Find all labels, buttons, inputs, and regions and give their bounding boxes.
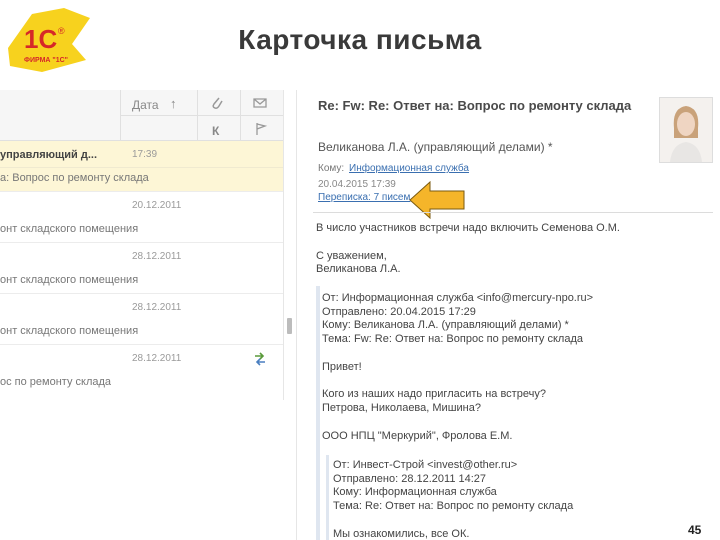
quote-line: Кому: Информационная служба [333,486,497,498]
list-item[interactable]: 28.12.2011 онт складского помещения [0,243,283,294]
quote-line: Отправлено: 20.04.2015 17:29 [322,306,476,318]
body-line: В число участников встречи надо включить… [316,222,620,234]
column-k[interactable]: К [212,124,219,138]
splitter-handle[interactable] [287,318,292,334]
sent-date: 20.04.2015 17:39 [318,179,396,190]
body-line: Великанова Л.А. [316,263,401,275]
page-number: 45 [688,523,702,537]
slide-title: Карточка письма [238,24,482,55]
column-date[interactable]: Дата [132,98,159,112]
list-item[interactable]: 28.12.2011 онт складского помещения [0,294,283,345]
list-item[interactable]: 20.12.2011 онт складского помещения [0,192,283,243]
quote-line: Петрова, Николаева, Мишина? [322,402,481,414]
paperclip-icon[interactable] [210,95,224,116]
thread-link[interactable]: Переписка: 7 писем [318,192,410,203]
to-label: Кому: [318,163,345,174]
quote-line: Отправлено: 28.12.2011 14:27 [333,473,487,485]
quote-line: От: Инвест-Строй <invest@other.ru> [333,459,518,471]
quote-line: Кому: Великанова Л.А. (управляющий делам… [322,319,569,331]
logo-caption: ФИРМА "1С" [24,57,68,64]
sender-photo [659,97,713,163]
quote-line: От: Информационная служба <info@mercury-… [322,292,594,304]
quote-line: Кого из наших надо пригласить на встречу… [322,388,546,400]
body-line: С уважением, [316,250,387,262]
list-item[interactable]: 28.12.2011 ос по ремонту склада [0,345,283,395]
quote-line: Тема: Fw: Re: Ответ на: Вопрос по ремонт… [322,333,583,345]
read-status-icon[interactable] [252,95,268,116]
quote-line: Привет! [322,361,362,373]
pointer-arrow-icon [408,180,466,220]
quote-bar [316,286,320,540]
sender-name[interactable]: Великанова Л.А. (управляющий делами) * [318,140,553,154]
quote-line: Тема: Re: Ответ на: Вопрос по ремонту ск… [333,500,574,512]
recipient-link[interactable]: Информационная служба [349,163,469,174]
header-divider [313,212,713,213]
list-item[interactable]: управляющий д... 17:39 а: Вопрос по ремо… [0,141,283,192]
quote-line: ООО НПЦ "Меркурий", Фролова Е.М. [322,430,513,442]
flag-icon[interactable] [254,122,268,141]
message-subject: Re: Fw: Re: Ответ на: Вопрос по ремонту … [318,98,632,113]
quote-line: Мы ознакомились, все ОК. [333,528,470,540]
sort-asc-icon[interactable]: ↑ [170,96,177,111]
forward-arrows-icon [252,351,268,372]
quote-bar [326,455,329,540]
message-list: Дата ↑ К управляющий д... 17:39 а: Вопро… [0,90,284,400]
list-header: Дата ↑ К [0,90,283,141]
